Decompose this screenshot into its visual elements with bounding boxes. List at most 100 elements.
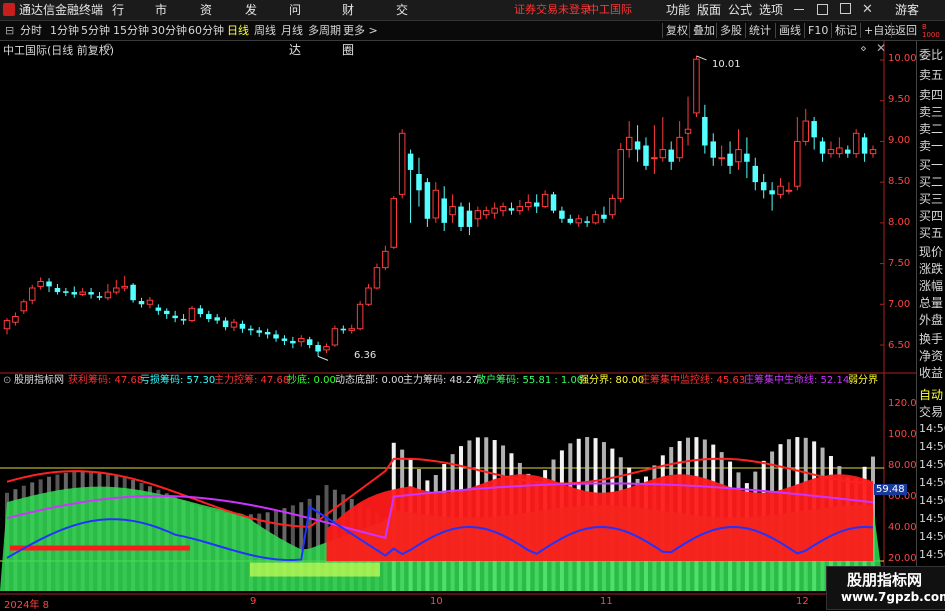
candle-body-up — [146, 299, 154, 305]
panel-label[interactable]: 卖五 — [919, 66, 943, 83]
trade-time: 14:56 — [919, 422, 945, 435]
candle-body-down — [567, 218, 574, 223]
candle-body-down — [416, 174, 422, 191]
candle-body-up — [794, 140, 801, 187]
toolbar-adjust-button[interactable]: 复权 — [662, 23, 691, 38]
panel-label[interactable]: 卖一 — [919, 137, 943, 154]
period-tab-weekly[interactable]: 周线 — [254, 21, 276, 40]
toolbar-mark-button[interactable]: 标记 — [831, 23, 860, 38]
price-axis-label: 7.50 — [888, 258, 911, 269]
main-chart-title: 中工国际(日线 前复权) — [3, 44, 115, 57]
min-marker-line — [317, 355, 329, 361]
window-restore-icon[interactable] — [840, 3, 851, 14]
candle-body-up — [575, 218, 582, 224]
candle-body-up — [592, 214, 599, 224]
period-tab-60min[interactable]: 60分钟 — [188, 21, 224, 40]
bottom-yellow-band — [250, 562, 380, 577]
indicator-item: 强分界: 80.00 — [579, 375, 645, 386]
guest-label[interactable]: 游客 — [895, 0, 919, 20]
toolbar-back-button[interactable]: 返回 — [891, 23, 920, 38]
panel-label[interactable]: 卖二 — [919, 120, 943, 137]
candle-body-up — [390, 197, 398, 248]
indicator-item: 动态底部: 0.00 — [335, 375, 404, 386]
candle-body-down — [264, 331, 271, 335]
title-bar: 通达信金融终端 行情 市场 资讯 发现 问小达 财富圈 交易 证券交易未登录 中… — [0, 0, 945, 57]
panel-label[interactable]: 买二 — [919, 173, 943, 190]
panel-label[interactable]: 买一 — [919, 156, 943, 173]
chart-area[interactable]: 中工国际(日线 前复权) ⊙ ⋄ ✕ 10.00 9.50 9.00 8.50 … — [0, 41, 917, 611]
period-toolbar: ⊟ 分时 1分钟 5分钟 15分钟 30分钟 60分钟 日线 周线 月线 多周期… — [0, 21, 945, 41]
candle-body-up — [693, 58, 700, 114]
panel-label[interactable]: 卖三 — [919, 103, 943, 120]
min-price-label: 6.36 — [354, 350, 377, 361]
indicator-item: 亏损筹码: 57.30 — [140, 375, 216, 386]
login-status[interactable]: 证券交易未登录 — [514, 0, 591, 20]
indicator-name[interactable]: 股朋指标网 — [14, 374, 64, 388]
candle-body-down — [466, 210, 473, 227]
candle-body-up — [298, 337, 305, 343]
panel-label[interactable]: 卖四 — [919, 86, 943, 103]
period-tab-15min[interactable]: 15分钟 — [113, 21, 149, 40]
period-tab-daily[interactable]: 日线 — [227, 21, 249, 40]
period-tab-5min[interactable]: 5分钟 — [81, 21, 110, 40]
panel-label[interactable]: 总量 — [919, 294, 943, 311]
period-tab-1min[interactable]: 1分钟 — [50, 21, 79, 40]
menu-item-formula[interactable]: 公式 — [728, 0, 752, 20]
menu-item-options[interactable]: 选项 — [759, 0, 783, 20]
panel-label[interactable]: 收益 — [919, 364, 943, 381]
menu-item-function[interactable]: 功能 — [666, 0, 690, 20]
toolbar-multistock-button[interactable]: 多股 — [716, 23, 745, 38]
candle-body-up — [230, 321, 238, 328]
indicator-item: 庄筹集中生命线: 52.14 — [744, 375, 850, 386]
panel-label[interactable]: 净资 — [919, 347, 943, 364]
period-tab-more[interactable]: 更多 > — [343, 21, 378, 40]
candle-body-down — [46, 281, 52, 287]
toolbar-overlay-button[interactable]: 叠加 — [689, 23, 718, 38]
indicator-header: ⊙ 股朋指标网 获利筹码: 47.68 亏损筹码: 57.30 主力控筹: 47… — [0, 374, 916, 389]
candle-body-up — [785, 189, 793, 192]
toolbar-stats-button[interactable]: 统计 — [745, 23, 774, 38]
panel-label[interactable]: 买四 — [919, 207, 943, 224]
panel-label[interactable]: 现价 — [919, 243, 943, 260]
period-tab-monthly[interactable]: 月线 — [281, 21, 303, 40]
kline-chart-svg[interactable] — [0, 41, 916, 609]
window-minimize-icon[interactable] — [794, 9, 804, 10]
candle-body-up — [398, 132, 406, 195]
period-tab-multi[interactable]: 多周期 — [308, 21, 341, 40]
title-settings-icon[interactable]: ⊙ — [104, 42, 112, 53]
candle-body-up — [365, 287, 372, 305]
menu-item-layout[interactable]: 版面 — [697, 0, 721, 20]
candle-body-down — [54, 288, 61, 293]
panel-label[interactable]: 涨幅 — [919, 277, 943, 294]
panel-label[interactable]: 换手 — [919, 330, 943, 347]
panel-label[interactable]: 外盘 — [919, 311, 943, 328]
price-axis-label: 6.50 — [888, 340, 911, 351]
watermark-url: www.7gpzb.com — [841, 590, 945, 604]
candle-body-up — [113, 287, 120, 293]
candle-body-down — [155, 307, 162, 311]
toolbar-draw-button[interactable]: 画线 — [775, 23, 804, 38]
candle-body-down — [760, 182, 767, 191]
candle-body-down — [769, 190, 775, 195]
panel-label[interactable]: 自动 — [919, 386, 943, 403]
panel-label[interactable]: 买五 — [919, 224, 943, 241]
app-logo-icon — [3, 3, 15, 16]
panel-label[interactable]: 涨跌 — [919, 260, 943, 277]
indicator-settings-icon[interactable]: ⊙ — [3, 374, 11, 388]
candle-body-up — [609, 197, 616, 216]
toolbar-menu-icon[interactable]: ⊟ — [5, 21, 14, 40]
chart-close-icon[interactable]: ✕ — [876, 41, 886, 55]
panel-label[interactable]: 买三 — [919, 190, 943, 207]
chart-expand-icon[interactable]: ⋄ — [860, 42, 867, 55]
window-close-icon[interactable]: ✕ — [862, 0, 873, 20]
period-tab-intraday[interactable]: 分时 — [20, 21, 42, 40]
candle-body-up — [659, 149, 667, 159]
panel-label[interactable]: 委比 — [919, 46, 943, 63]
candle-body-up — [684, 128, 692, 134]
window-maximize-icon[interactable] — [817, 4, 828, 15]
panel-label[interactable]: 交易 — [919, 403, 943, 420]
toolbar-f10-button[interactable]: F10 — [804, 23, 831, 38]
price-axis-label: 9.00 — [888, 135, 911, 146]
period-tab-30min[interactable]: 30分钟 — [151, 21, 187, 40]
candle-body-down — [634, 141, 641, 150]
